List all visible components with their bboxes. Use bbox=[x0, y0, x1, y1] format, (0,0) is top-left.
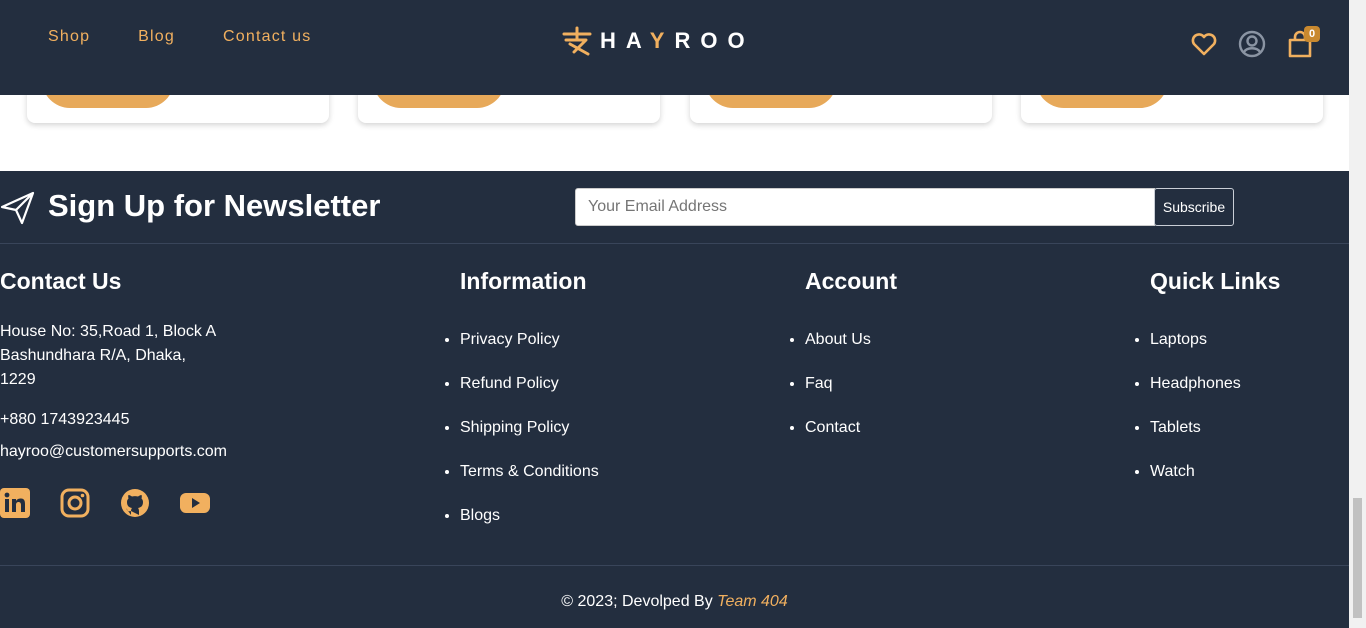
paper-plane-icon bbox=[0, 191, 35, 225]
quick-links-title: Quick Links bbox=[1150, 268, 1281, 294]
nav-shop[interactable]: Shop bbox=[48, 28, 90, 46]
linkedin-icon[interactable] bbox=[0, 488, 30, 518]
link-about-us[interactable]: About Us bbox=[805, 331, 871, 349]
newsletter-title: Sign Up for Newsletter bbox=[48, 188, 381, 223]
team-link[interactable]: Team 404 bbox=[717, 593, 788, 610]
scrollbar-thumb[interactable] bbox=[1353, 498, 1362, 618]
logo[interactable]: HAYROO bbox=[560, 26, 755, 56]
subscribe-button[interactable]: Subscribe bbox=[1154, 188, 1234, 226]
link-refund-policy[interactable]: Refund Policy bbox=[460, 375, 559, 393]
user-icon[interactable] bbox=[1238, 30, 1266, 58]
contact-column: Contact Us bbox=[0, 268, 121, 295]
link-watch[interactable]: Watch bbox=[1150, 463, 1195, 481]
email-address[interactable]: hayroo@customersupports.com bbox=[0, 443, 227, 461]
cart-button[interactable]: 0 bbox=[1286, 26, 1320, 58]
instagram-icon[interactable] bbox=[60, 488, 90, 518]
information-column: Information bbox=[460, 268, 587, 295]
social-links bbox=[0, 488, 210, 518]
link-blogs[interactable]: Blogs bbox=[460, 507, 500, 525]
newsletter-bar: Sign Up for Newsletter Subscribe bbox=[0, 171, 1349, 244]
contact-title: Contact Us bbox=[0, 268, 122, 294]
address-line: Bashundhara R/A, Dhaka, bbox=[0, 347, 186, 364]
link-shipping-policy[interactable]: Shipping Policy bbox=[460, 419, 569, 437]
nav-contact-us[interactable]: Contact us bbox=[223, 28, 311, 46]
link-laptops[interactable]: Laptops bbox=[1150, 331, 1207, 349]
account-title: Account bbox=[805, 268, 897, 294]
link-tablets[interactable]: Tablets bbox=[1150, 419, 1201, 437]
link-contact[interactable]: Contact bbox=[805, 419, 860, 437]
copyright: © 2023; Devolped By Team 404 bbox=[0, 593, 1349, 611]
address-line: House No: 35,Road 1, Block A bbox=[0, 323, 217, 340]
nav-blog[interactable]: Blog bbox=[138, 28, 175, 46]
link-terms-conditions[interactable]: Terms & Conditions bbox=[460, 463, 599, 481]
page-scrollbar[interactable] bbox=[1349, 0, 1366, 628]
link-headphones[interactable]: Headphones bbox=[1150, 375, 1241, 393]
logo-text: HAYROO bbox=[600, 28, 755, 53]
main-nav: Shop Blog Contact us bbox=[48, 28, 311, 46]
github-icon[interactable] bbox=[120, 488, 150, 518]
email-input[interactable] bbox=[575, 188, 1155, 226]
quick-links-column: Quick Links bbox=[1150, 268, 1280, 295]
page: Shop Blog Contact us HAYROO 0 Sign Up fo… bbox=[0, 0, 1349, 628]
youtube-icon[interactable] bbox=[180, 488, 210, 518]
information-title: Information bbox=[460, 268, 587, 294]
account-column: Account bbox=[805, 268, 897, 295]
address-line: 1229 bbox=[0, 371, 36, 388]
phone-number: +880 1743923445 bbox=[0, 411, 130, 428]
cart-count-badge: 0 bbox=[1304, 26, 1320, 42]
footer-bottom: © 2023; Devolped By Team 404 bbox=[0, 565, 1349, 628]
header-icons: 0 bbox=[1190, 26, 1320, 58]
link-faq[interactable]: Faq bbox=[805, 375, 833, 393]
logo-mark-icon bbox=[562, 26, 592, 56]
link-privacy-policy[interactable]: Privacy Policy bbox=[460, 331, 560, 349]
heart-icon[interactable] bbox=[1190, 30, 1218, 58]
header: Shop Blog Contact us HAYROO 0 bbox=[0, 0, 1349, 95]
copyright-text: © 2023; Devolped By bbox=[561, 593, 718, 610]
